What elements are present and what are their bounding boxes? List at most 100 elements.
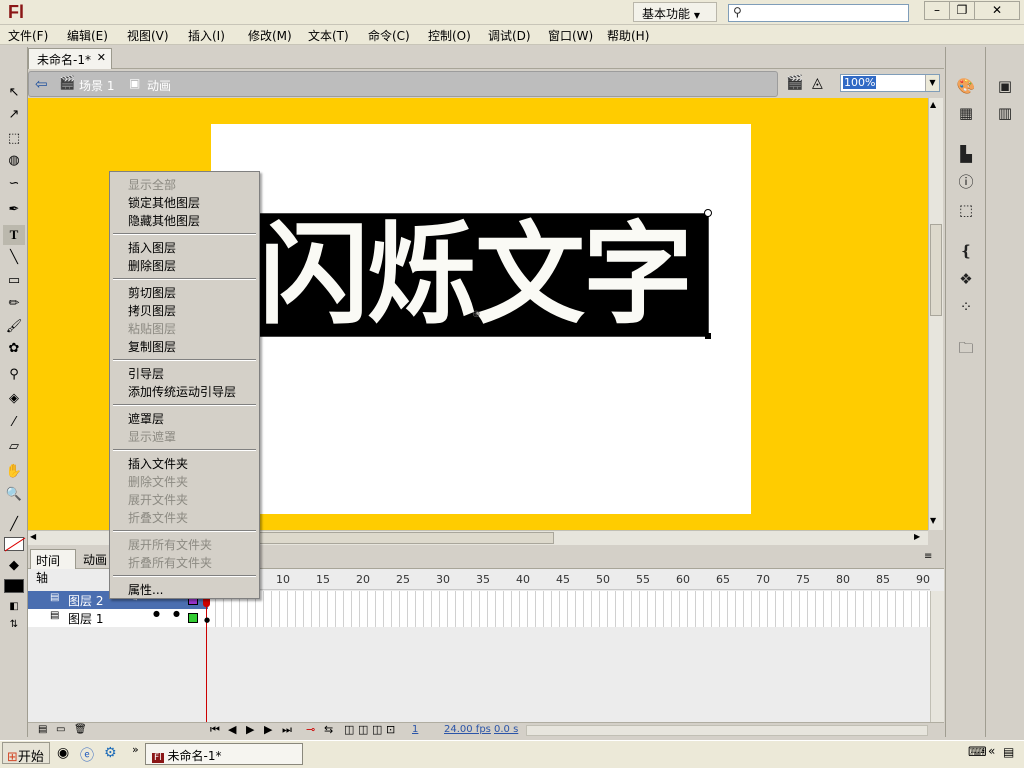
transform-panel-icon[interactable]: ⬚ xyxy=(955,199,977,221)
properties-panel-icon[interactable]: ▣ xyxy=(994,75,1016,97)
next-frame-icon[interactable]: ▶ xyxy=(264,723,272,736)
context-menu-item[interactable]: 复制图层 xyxy=(128,338,176,355)
selected-text-field[interactable]: 闪烁文字 xyxy=(254,211,709,339)
menu-control[interactable]: 控制(O) xyxy=(428,27,471,44)
align-panel-icon[interactable]: ▙ xyxy=(955,143,977,165)
onion-outline-icon[interactable]: ◫ xyxy=(358,723,368,736)
project-panel-icon[interactable]: 🗀 xyxy=(955,337,977,359)
menu-commands[interactable]: 命令(C) xyxy=(368,27,410,44)
layer-name[interactable]: 图层 2 xyxy=(68,592,103,609)
pencil-tool-icon[interactable]: ✏ xyxy=(3,294,25,314)
horizontal-scroll-thumb[interactable] xyxy=(258,532,554,544)
context-menu-item[interactable]: 剪切图层 xyxy=(128,284,176,301)
pen-tool-icon[interactable]: ✒ xyxy=(3,200,25,220)
context-menu-item[interactable]: 拷贝图层 xyxy=(128,302,176,319)
tab-timeline[interactable]: 时间轴 xyxy=(30,549,76,585)
line-tool-icon[interactable]: ╲ xyxy=(3,248,25,268)
context-menu-item[interactable]: 隐藏其他图层 xyxy=(128,212,200,229)
deco-tool-icon[interactable]: ✿ xyxy=(3,339,25,359)
context-menu-item[interactable]: 插入图层 xyxy=(128,239,176,256)
context-menu-item[interactable]: 插入文件夹 xyxy=(128,455,188,472)
paint-bucket-tool-icon[interactable]: ◈ xyxy=(3,389,25,409)
document-tab[interactable]: 未命名-1* ✕ xyxy=(28,48,112,69)
chevron-down-icon[interactable]: ▼ xyxy=(925,75,939,91)
new-layer-icon[interactable]: ▤ xyxy=(38,724,47,735)
code-snippets-icon[interactable]: ❴ xyxy=(955,240,977,262)
menu-help[interactable]: 帮助(H) xyxy=(607,27,649,44)
components-icon[interactable]: ❖ xyxy=(955,268,977,290)
context-menu-item[interactable]: 删除图层 xyxy=(128,257,176,274)
default-colors-icon[interactable]: ◧ xyxy=(3,597,25,617)
browser-icon[interactable]: ⓔ xyxy=(80,745,94,765)
menu-debug[interactable]: 调试(D) xyxy=(488,27,531,44)
symbol-label[interactable]: 动画 xyxy=(147,77,171,94)
layer-outline-color[interactable] xyxy=(188,613,198,623)
text-resize-handle[interactable] xyxy=(704,209,712,217)
onion-skin-icon[interactable]: ◫ xyxy=(344,723,354,736)
scroll-left-icon[interactable]: ◀ xyxy=(30,532,36,541)
scroll-down-icon[interactable]: ▼ xyxy=(930,516,936,525)
context-menu-item[interactable]: 添加传统运动引导层 xyxy=(128,383,236,400)
layer-row-1[interactable]: ▤ 图层 1 ● ● xyxy=(28,609,208,627)
motion-presets-icon[interactable]: ⁘ xyxy=(955,296,977,318)
scroll-right-icon[interactable]: ▶ xyxy=(914,532,920,541)
minimize-button[interactable]: – xyxy=(924,1,950,20)
current-frame[interactable]: 1 xyxy=(412,724,418,735)
menu-edit[interactable]: 编辑(E) xyxy=(67,27,108,44)
center-frame-icon[interactable]: ⊸ xyxy=(306,723,315,736)
visibility-dot-icon[interactable]: ● xyxy=(153,609,160,618)
frame-grid[interactable] xyxy=(208,591,930,627)
timeline-vertical-scrollbar[interactable] xyxy=(930,591,944,722)
restore-button[interactable]: ❐ xyxy=(949,1,975,20)
quicklaunch-more-icon[interactable]: » xyxy=(132,743,139,756)
menu-insert[interactable]: 插入(I) xyxy=(188,27,225,44)
zoom-tool-icon[interactable]: 🔍 xyxy=(3,485,25,505)
new-folder-icon[interactable]: ▭ xyxy=(56,724,65,735)
info-panel-icon[interactable]: ⓘ xyxy=(955,171,977,193)
stroke-color-swatch[interactable] xyxy=(4,537,26,552)
3d-rotation-tool-icon[interactable]: ◍ xyxy=(3,151,25,171)
context-menu-item[interactable]: 引导层 xyxy=(128,365,164,382)
swatches-panel-icon[interactable]: ▦ xyxy=(955,102,977,124)
subselection-tool-icon[interactable]: ↗ xyxy=(3,105,25,125)
playhead[interactable] xyxy=(206,591,207,729)
settings-icon[interactable]: ⚙ xyxy=(104,745,117,761)
play-icon[interactable]: ▶ xyxy=(246,723,254,736)
close-icon[interactable]: ✕ xyxy=(97,51,106,64)
context-menu-item[interactable]: 锁定其他图层 xyxy=(128,194,200,211)
eyedropper-tool-icon[interactable]: ⁄ xyxy=(3,413,25,433)
selection-tool-icon[interactable]: ↖ xyxy=(3,83,25,103)
scene-label[interactable]: 场景 1 xyxy=(79,77,114,94)
lock-dot-icon[interactable]: ● xyxy=(173,609,180,618)
close-button[interactable]: ✕ xyxy=(974,1,1020,20)
library-panel-icon[interactable]: ▥ xyxy=(994,102,1016,124)
free-transform-tool-icon[interactable]: ⬚ xyxy=(3,129,25,149)
text-corner-handle[interactable] xyxy=(705,333,711,339)
help-search-input[interactable]: ⚲ xyxy=(728,4,909,22)
menu-view[interactable]: 视图(V) xyxy=(127,27,169,44)
vertical-scrollbar[interactable]: ▲ ▼ xyxy=(928,98,943,530)
back-arrow-icon[interactable]: ⇦ xyxy=(35,75,48,93)
scroll-up-icon[interactable]: ▲ xyxy=(930,100,936,109)
menu-file[interactable]: 文件(F) xyxy=(8,27,48,44)
edit-scene-icon[interactable]: 🎬 xyxy=(786,75,803,91)
text-tool-icon[interactable]: T xyxy=(3,225,25,245)
start-button[interactable]: ⊞开始 xyxy=(2,742,50,765)
edit-multiple-icon[interactable]: ◫ xyxy=(372,723,382,736)
onion-markers-icon[interactable]: ⊡ xyxy=(386,723,395,736)
keyboard-icon[interactable]: ⌨ xyxy=(968,745,987,760)
hand-tool-icon[interactable]: ✋ xyxy=(3,462,25,482)
brush-tool-icon[interactable]: 🖌 xyxy=(3,317,25,337)
keyframe-icon[interactable]: ● xyxy=(204,616,210,624)
loop-icon[interactable]: ⇆ xyxy=(324,723,333,736)
prev-frame-icon[interactable]: ◀ xyxy=(228,723,236,736)
stroke-color-icon[interactable]: ╱ xyxy=(3,515,25,535)
panel-menu-icon[interactable]: ≡ xyxy=(924,551,932,562)
color-panel-icon[interactable]: 🎨 xyxy=(955,75,977,97)
fill-color-swatch[interactable] xyxy=(4,579,24,593)
vertical-scroll-thumb[interactable] xyxy=(930,224,942,316)
edit-symbols-icon[interactable]: ◬ xyxy=(812,75,823,91)
frame-rate[interactable]: 24.00 fps xyxy=(444,724,491,735)
context-menu-item[interactable]: 遮罩层 xyxy=(128,410,164,427)
menu-text[interactable]: 文本(T) xyxy=(308,27,349,44)
